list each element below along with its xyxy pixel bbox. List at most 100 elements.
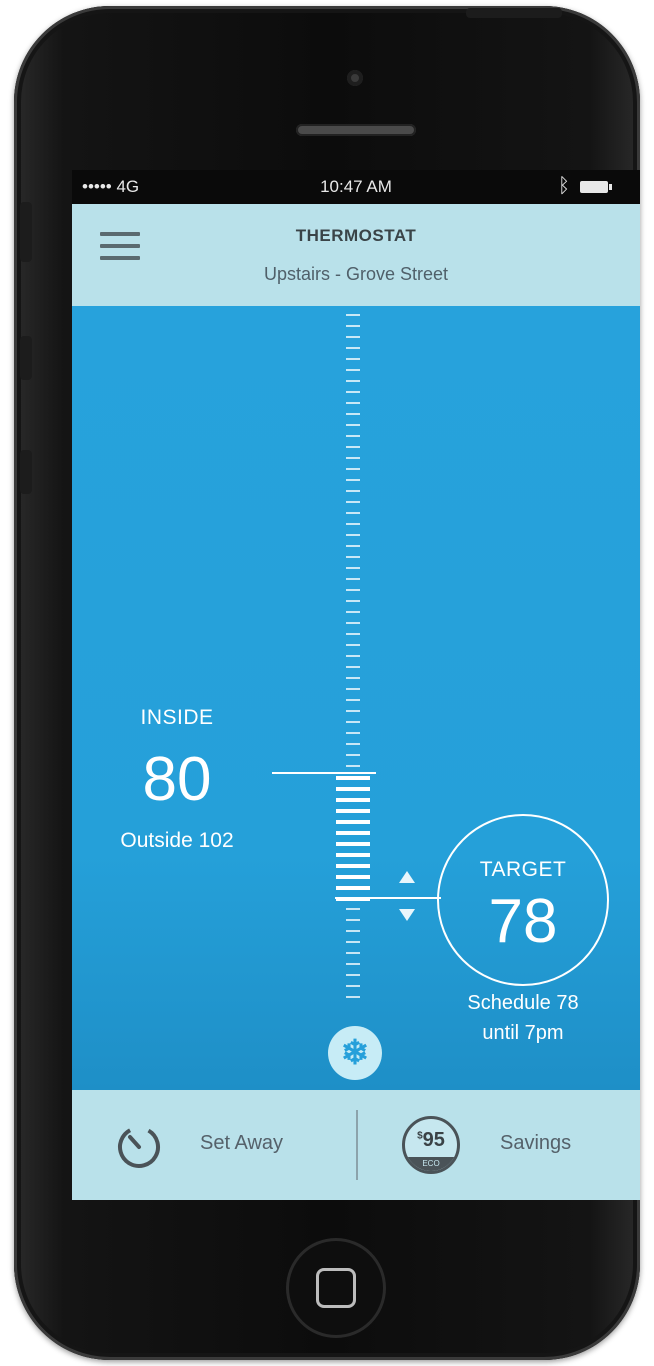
schedule-text: Schedule 78 until 7pm (428, 988, 618, 1048)
scale-tick (346, 347, 360, 349)
scale-tick (346, 974, 360, 976)
scale-tick (346, 941, 360, 943)
savings-label: Savings (500, 1132, 572, 1154)
scale-tick-active (336, 787, 370, 791)
scale-tick (346, 908, 360, 910)
scale-tick (346, 985, 360, 987)
thermostat-dial: INSIDE 80 Outside 102 TARGET 78 Schedule… (72, 306, 640, 1090)
scale-tick (346, 688, 360, 690)
scale-tick (346, 754, 360, 756)
earpiece-speaker (296, 124, 416, 136)
savings-amount-value: 95 (422, 1129, 445, 1151)
scale-tick (346, 930, 360, 932)
scale-tick (346, 479, 360, 481)
app-screen: ••••• 4G 10:47 AM ᛒ THERMOSTAT Upstairs … (72, 170, 640, 1200)
location-subtitle: Upstairs - Grove Street (263, 264, 449, 284)
scale-tick (346, 996, 360, 998)
scale-tick (346, 919, 360, 921)
increase-target-arrow-icon[interactable] (399, 871, 415, 883)
target-label: TARGET (479, 858, 567, 881)
scale-tick (346, 501, 360, 503)
target-dial[interactable]: TARGET 78 (437, 814, 609, 986)
scale-tick (346, 567, 360, 569)
home-square-icon (316, 1268, 356, 1308)
status-time: 10:47 AM (320, 177, 392, 196)
schedule-line-1: Schedule 78 (467, 992, 579, 1014)
scale-tick (346, 358, 360, 360)
scale-tick (346, 611, 360, 613)
scale-tick-active (336, 875, 370, 879)
front-camera (347, 70, 363, 86)
scale-tick-active (336, 842, 370, 846)
scale-tick (346, 523, 360, 525)
power-button (466, 8, 562, 18)
scale-tick (346, 336, 360, 338)
scale-tick (346, 589, 360, 591)
scale-tick (346, 765, 360, 767)
scale-tick (346, 435, 360, 437)
volume-up-button (20, 336, 32, 380)
scale-tick (346, 578, 360, 580)
scale-tick-active (336, 820, 370, 824)
decrease-target-arrow-icon[interactable] (399, 909, 415, 921)
bluetooth-icon: ᛒ (558, 175, 570, 197)
scale-tick (346, 963, 360, 965)
scale-tick (346, 721, 360, 723)
scale-tick-active (336, 776, 370, 780)
scale-tick (346, 391, 360, 393)
scale-tick-active (336, 864, 370, 868)
phone-frame: ••••• 4G 10:47 AM ᛒ THERMOSTAT Upstairs … (14, 6, 640, 1360)
scale-tick (346, 490, 360, 492)
eco-tag: ECO (405, 1157, 457, 1171)
scale-tick-active (336, 886, 370, 890)
scale-tick-active (336, 809, 370, 813)
mute-switch (20, 202, 32, 262)
scale-tick (346, 644, 360, 646)
scale-tick (346, 743, 360, 745)
home-button[interactable] (286, 1238, 386, 1338)
scale-tick (346, 677, 360, 679)
scale-tick (346, 446, 360, 448)
scale-tick (346, 622, 360, 624)
scale-tick (346, 380, 360, 382)
scale-tick (346, 545, 360, 547)
scale-tick (346, 732, 360, 734)
scale-tick (346, 402, 360, 404)
scale-tick (346, 666, 360, 668)
timer-icon (118, 1126, 160, 1168)
scale-tick (346, 457, 360, 459)
inside-label: INSIDE (140, 706, 214, 729)
scale-tick-active (336, 798, 370, 802)
schedule-line-2: until 7pm (482, 1022, 564, 1044)
volume-down-button (20, 450, 32, 494)
snowflake-icon[interactable]: ❄ (328, 1026, 382, 1080)
scale-tick (346, 952, 360, 954)
savings-amount: $95 (405, 1129, 457, 1152)
inside-indicator-line (272, 772, 376, 774)
target-temperature: 78 (488, 887, 558, 956)
scale-tick (346, 314, 360, 316)
scale-tick (346, 600, 360, 602)
target-indicator-line (335, 897, 441, 899)
scale-tick (346, 413, 360, 415)
app-header: THERMOSTAT Upstairs - Grove Street (72, 204, 640, 306)
battery-icon (580, 181, 612, 193)
scale-tick (346, 468, 360, 470)
set-away-label: Set Away (200, 1132, 284, 1154)
scale-tick (346, 633, 360, 635)
outside-temperature: Outside 102 (120, 829, 234, 852)
status-bar: ••••• 4G 10:47 AM ᛒ (72, 170, 640, 204)
inside-temperature: 80 (142, 745, 212, 814)
scale-tick (346, 655, 360, 657)
scale-tick (346, 534, 360, 536)
scale-tick (346, 699, 360, 701)
scale-tick (346, 424, 360, 426)
eco-savings-icon: $95 ECO (402, 1116, 460, 1174)
savings-button[interactable]: $95 ECO Savings (358, 1090, 640, 1200)
scale-tick (346, 369, 360, 371)
scale-tick-active (336, 853, 370, 857)
scale-tick (346, 556, 360, 558)
set-away-button[interactable]: Set Away (72, 1090, 356, 1200)
scale-tick (346, 512, 360, 514)
scale-tick-active (336, 831, 370, 835)
